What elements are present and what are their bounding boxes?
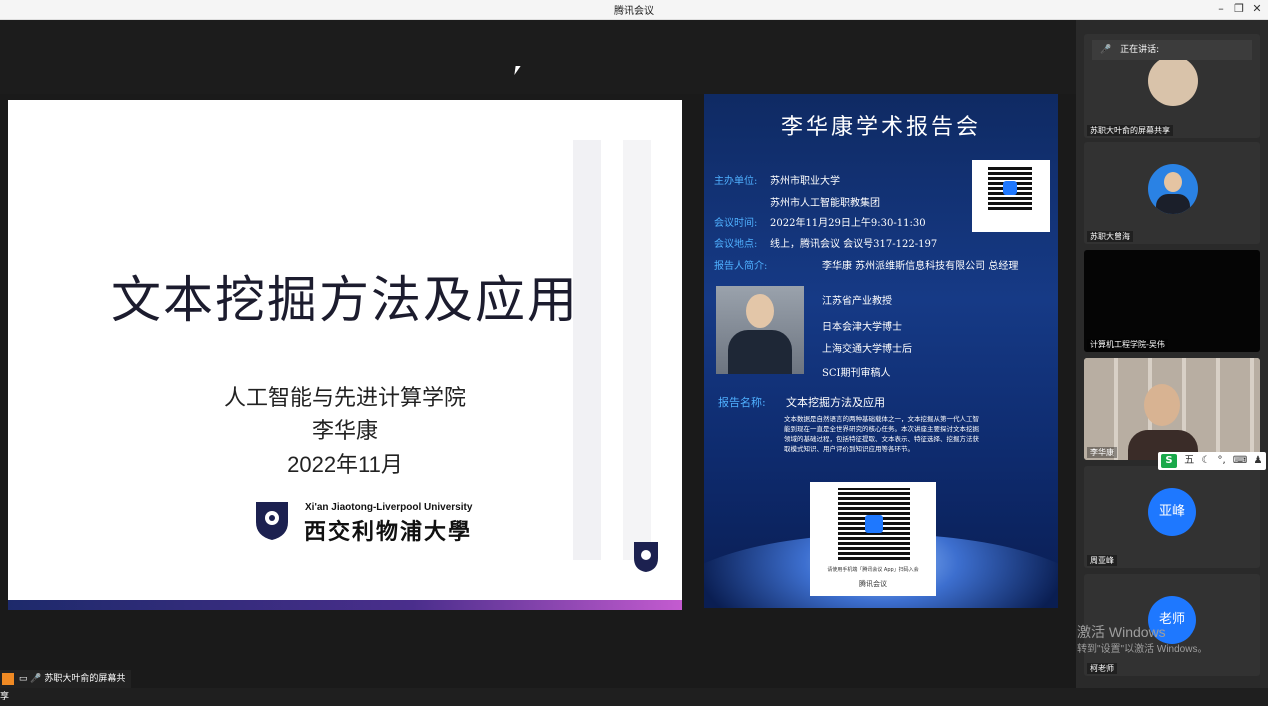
reporter-key: 报告人简介:: [714, 261, 768, 272]
tencent-meeting-label: 腾讯会议: [859, 580, 887, 588]
place-key: 会议地点:: [714, 239, 758, 250]
participant-tile-5[interactable]: 亚峰 周亚峰: [1084, 466, 1260, 568]
slide-presenter: 李华康: [311, 418, 378, 443]
screen-share-label: ▭ 🎤 苏职大叶俞的屏幕共享: [0, 670, 131, 702]
participant-tile-1[interactable]: 🎤 正在讲话: 苏职大叶俞的屏幕共享: [1084, 34, 1260, 138]
organizer-2: 苏州市人工智能职教集团: [770, 198, 880, 209]
slide-school: 人工智能与先进计算学院: [223, 385, 466, 410]
participant-tile-4[interactable]: 李华康: [1084, 358, 1260, 460]
organizer-key: 主办单位:: [714, 176, 758, 187]
university-name-cn: 西交利物浦大學: [304, 519, 473, 545]
participant-1-name: 苏职大叶俞的屏幕共享: [1087, 125, 1173, 136]
xjtlu-crest-icon: [256, 502, 288, 540]
punctuation-icon[interactable]: °,: [1218, 455, 1226, 466]
slide-title: 文本挖掘方法及应用: [111, 271, 579, 329]
screen-icon: ▭: [18, 674, 28, 684]
participant-1-video: [1148, 56, 1198, 106]
qr-caption: 请使用手机端「腾讯会议 App」扫码入会: [827, 567, 919, 573]
mic-icon-small: 🎤: [30, 674, 42, 684]
cred-1: 江苏省产业教授: [822, 296, 892, 307]
qr-code-large: 请使用手机端「腾讯会议 App」扫码入会 腾讯会议: [810, 482, 936, 596]
poster-title: 李华康学术报告会: [780, 115, 981, 140]
participant-3-name: 计算机工程学院-吴伟: [1087, 339, 1168, 350]
presenter-photo: [716, 286, 804, 374]
cred-4: SCI期刊审稿人: [822, 368, 891, 379]
qr-code-small: [972, 160, 1050, 232]
speaking-indicator: 🎤 正在讲话:: [1092, 40, 1252, 60]
restore-button[interactable]: ❐: [1230, 1, 1248, 17]
participant-6-name: 柯老师: [1087, 663, 1117, 674]
share-user-icon: [2, 672, 14, 685]
moon-icon[interactable]: ☾: [1201, 455, 1210, 466]
sogou-ime-icon[interactable]: S: [1161, 454, 1177, 468]
report-abstract: 文本数据是自然语言的两种基础载体之一，文本挖掘从第一代人工智能到现在一直是全世界…: [784, 415, 979, 453]
report-key: 报告名称:: [718, 396, 766, 409]
participant-5-avatar: 亚峰: [1148, 488, 1196, 536]
slide-watermark: [563, 100, 673, 600]
participant-2-avatar: [1148, 164, 1198, 214]
cred-3: 上海交通大学博士后: [822, 344, 912, 355]
slide-bottom-bar: [8, 600, 682, 610]
meeting-place: 线上，腾讯会议 会议号317-122-197: [770, 239, 938, 250]
organizer-1: 苏州市职业大学: [770, 176, 840, 187]
user-icon[interactable]: ♟: [1254, 455, 1263, 466]
university-name-en: Xi'an Jiaotong-Liverpool University: [305, 502, 473, 513]
meeting-time: 2022年11月29日上午9:30-11:30: [770, 218, 926, 229]
slide-date: 2022年11月: [287, 452, 403, 477]
participant-2-name: 苏职大曾海: [1087, 231, 1133, 242]
time-key: 会议时间:: [714, 218, 758, 229]
mic-icon: 🎤: [1100, 45, 1112, 55]
ime-mode[interactable]: 五: [1184, 455, 1194, 466]
activate-windows-title: 激活 Windows: [1077, 624, 1166, 640]
participant-4-name: 李华康: [1087, 447, 1117, 458]
minimize-button[interactable]: –: [1212, 1, 1230, 17]
title-bar: 腾讯会议 – ❐ ✕: [0, 0, 1268, 20]
grid-icon[interactable]: ⊞: [1161, 473, 1169, 484]
keyboard-icon[interactable]: ⌨: [1233, 455, 1247, 466]
participant-tile-2[interactable]: 苏职大曾海: [1084, 142, 1260, 244]
shared-screen-top-band: [0, 20, 1076, 94]
presentation-slide: 文本挖掘方法及应用 人工智能与先进计算学院 李华康 2022年11月 Xi'an…: [8, 100, 682, 610]
participant-5-name: 周亚峰: [1087, 555, 1117, 566]
cred-2: 日本会津大学博士: [822, 322, 902, 333]
ime-toolbar[interactable]: S 五 ☾ °, ⌨ ♟ ⊞: [1158, 452, 1266, 484]
activate-windows-hint: 转到"设置"以激活 Windows。: [1077, 644, 1208, 655]
participants-panel: 🎤 正在讲话: 苏职大叶俞的屏幕共享 苏职大曾海 计算机工程学院-吴伟 李华康 …: [1076, 20, 1268, 688]
window-title: 腾讯会议: [614, 6, 654, 17]
reporter-info: 李华康 苏州派维斯信息科技有限公司 总经理: [822, 261, 1019, 272]
close-button[interactable]: ✕: [1248, 1, 1266, 17]
participant-tile-3[interactable]: 计算机工程学院-吴伟: [1084, 250, 1260, 352]
small-crest-icon: [634, 542, 658, 572]
report-name: 文本挖掘方法及应用: [786, 396, 885, 409]
event-poster: 李华康学术报告会 主办单位: 苏州市职业大学 苏州市人工智能职教集团 会议时间:…: [704, 94, 1058, 608]
